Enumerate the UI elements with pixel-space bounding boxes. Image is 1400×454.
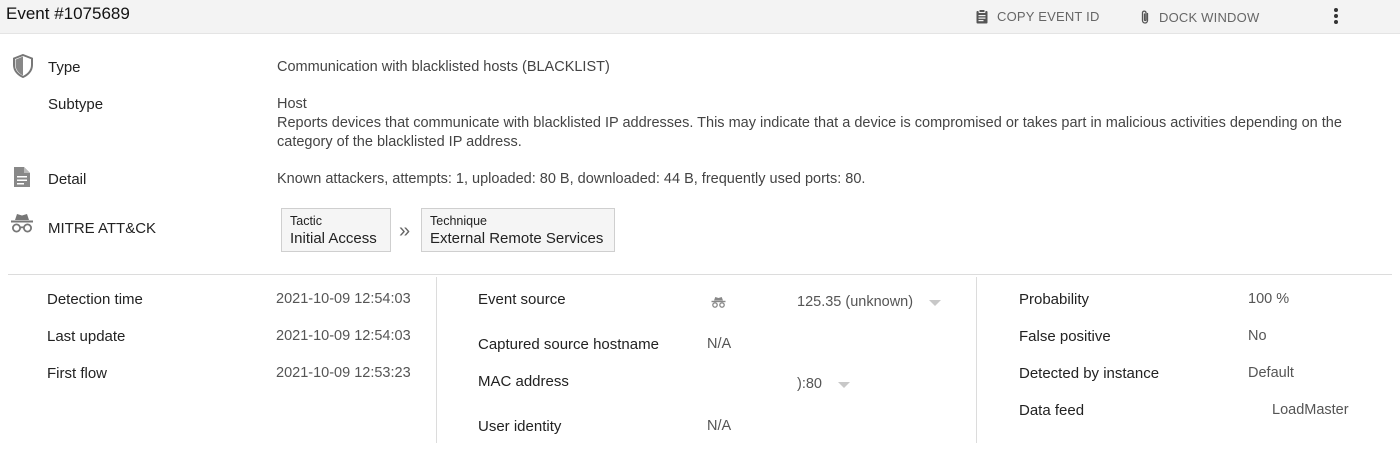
dock-window-label: DOCK WINDOW <box>1159 9 1260 25</box>
caret-down-icon <box>838 381 850 388</box>
event-source-label: Event source <box>478 291 566 308</box>
more-vertical-icon[interactable] <box>1329 6 1343 28</box>
first-flow-label: First flow <box>47 365 107 382</box>
shield-icon <box>13 54 33 78</box>
subtype-description: Reports devices that communicate with bl… <box>277 115 1342 150</box>
title-bar: Event #1075689 COPY EVENT ID DOCK WINDOW <box>0 0 1400 34</box>
event-source-dropdown[interactable]: 125.35 (unknown) <box>797 294 942 310</box>
type-value: Communication with blacklisted hosts (BL… <box>277 59 610 75</box>
hostname-label: Captured source hostname <box>478 336 659 353</box>
tactic-key: Tactic <box>290 214 322 228</box>
incognito-icon <box>711 297 726 308</box>
paperclip-icon <box>1141 10 1149 24</box>
mitre-tactic-chip[interactable]: Tactic Initial Access <box>281 208 391 252</box>
caret-down-icon <box>929 299 942 306</box>
document-icon <box>14 167 30 187</box>
user-identity-label: User identity <box>478 418 562 435</box>
dock-window-button[interactable]: DOCK WINDOW <box>1140 9 1259 25</box>
column-divider-right <box>976 277 977 443</box>
false-positive-label: False positive <box>1019 328 1111 345</box>
event-source-value: 125.35 (unknown) <box>797 294 914 310</box>
mitre-label: MITRE ATT&CK <box>48 220 157 237</box>
false-positive-value: No <box>1248 328 1267 344</box>
technique-value: External Remote Services <box>430 230 604 247</box>
last-update-label: Last update <box>47 328 126 345</box>
technique-key: Technique <box>430 214 487 228</box>
copy-event-id-label: COPY EVENT ID <box>997 9 1100 24</box>
subtype-label: Subtype <box>48 96 104 113</box>
first-flow-value: 2021-10-09 12:53:23 <box>276 365 411 381</box>
detection-time-value: 2021-10-09 12:54:03 <box>276 291 411 307</box>
mitre-technique-chip[interactable]: Technique External Remote Services <box>421 208 615 252</box>
clipboard-icon <box>976 9 988 24</box>
mac-address-dropdown[interactable]: ):80 <box>797 376 850 392</box>
last-update-value: 2021-10-09 12:54:03 <box>276 328 411 344</box>
user-identity-value: N/A <box>707 418 732 434</box>
detection-time-label: Detection time <box>47 291 143 308</box>
hostname-value: N/A <box>707 336 732 352</box>
data-feed-label: Data feed <box>1019 402 1085 419</box>
column-divider-left <box>436 277 437 443</box>
event-title: Event #1075689 <box>6 4 130 23</box>
type-label: Type <box>48 59 81 76</box>
detail-value: Known attackers, attempts: 1, uploaded: … <box>277 171 866 187</box>
subtype-value: Host <box>277 96 307 112</box>
detail-label: Detail <box>48 171 87 188</box>
copy-event-id-button[interactable]: COPY EVENT ID <box>976 9 1100 24</box>
mac-address-value: ):80 <box>797 376 822 392</box>
detected-by-instance-label: Detected by instance <box>1019 365 1160 382</box>
probability-value: 100 % <box>1248 291 1290 307</box>
probability-label: Probability <box>1019 291 1090 308</box>
mac-address-label: MAC address <box>478 373 569 390</box>
spy-icon <box>11 214 33 233</box>
section-divider <box>8 274 1392 275</box>
chevron-double-right-icon: » <box>399 220 411 242</box>
data-feed-value: LoadMaster <box>1272 402 1349 418</box>
tactic-value: Initial Access <box>290 230 377 247</box>
detected-by-instance-value: Default <box>1248 365 1294 381</box>
